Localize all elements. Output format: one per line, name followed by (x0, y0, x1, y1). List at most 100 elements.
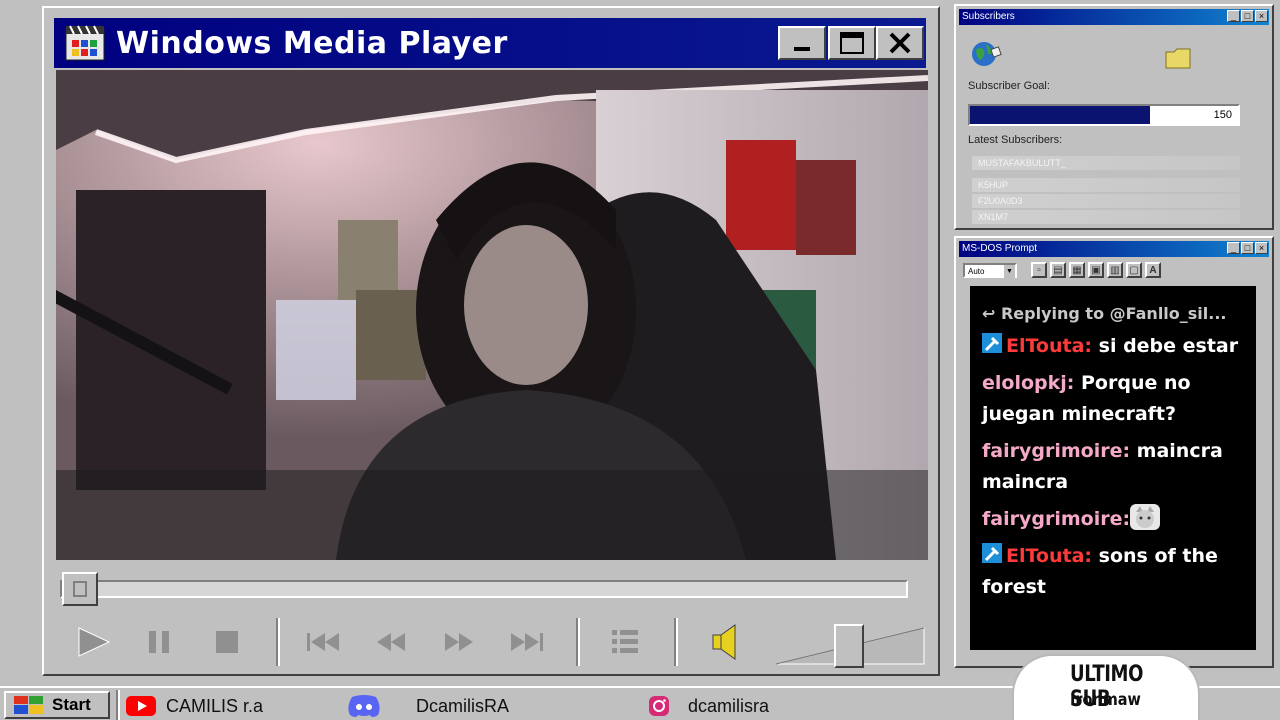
skip-forward-icon (511, 633, 543, 651)
subscriber-goal-value: 150 (1213, 109, 1232, 121)
cat-emote-icon (1130, 504, 1161, 530)
seek-bar[interactable] (60, 572, 908, 606)
background-tool-icon[interactable]: ▢ (1126, 262, 1142, 278)
rewind-button[interactable] (366, 620, 416, 664)
play-button[interactable] (68, 620, 118, 664)
font-tool-icon[interactable]: A (1145, 262, 1161, 278)
control-separator (674, 618, 678, 666)
youtube-icon (126, 696, 156, 716)
seek-grip-icon (73, 581, 87, 597)
volume-thumb[interactable] (834, 624, 864, 668)
chat-message: fairygrimoire: (982, 504, 1246, 535)
next-track-button[interactable] (502, 620, 552, 664)
youtube-channel[interactable]: CAMILIS r.a (126, 692, 263, 720)
subscribers-title: Subscribers (962, 11, 1015, 22)
close-button[interactable] (876, 26, 924, 60)
chat-username[interactable]: fairygrimoire: (982, 440, 1130, 462)
latest-subscribers-label: Latest Subscribers: (968, 134, 1063, 146)
reply-arrow-icon: ↩ (982, 304, 1001, 323)
control-separator (576, 618, 580, 666)
maximize-icon (840, 32, 864, 54)
subscriber-row: XN1M7 (972, 210, 1240, 224)
chat-message: elolopkj: Porque no juegan minecraft? (982, 368, 1246, 430)
chat-username[interactable]: elolopkj: (982, 372, 1074, 394)
chat-panel: ↩ Replying to @Fanllo_sil... ElTouta: si… (970, 286, 1256, 650)
chat-message: fairygrimoire: maincra maincra (982, 436, 1246, 498)
paste-tool-icon[interactable]: ▦ (1069, 262, 1085, 278)
discord-channel[interactable]: DcamilisRA (346, 692, 509, 720)
close-button[interactable]: × (1255, 10, 1268, 22)
instagram-icon (649, 696, 669, 716)
fullscreen-tool-icon[interactable]: ▣ (1088, 262, 1104, 278)
start-button[interactable]: Start (4, 691, 110, 719)
windows-logo-icon (14, 696, 43, 714)
chat-message: ElTouta: sons of the forest (982, 541, 1246, 603)
copy-tool-icon[interactable]: ▤ (1050, 262, 1066, 278)
mute-button[interactable] (702, 620, 752, 664)
seek-thumb[interactable] (62, 572, 98, 606)
subscriber-row: F2U0A0D3 (972, 194, 1240, 208)
latest-sub-name: Ironmaw (1070, 690, 1141, 710)
webcam-video (56, 70, 928, 560)
maximize-button[interactable] (828, 26, 876, 60)
playlist-button[interactable] (600, 620, 650, 664)
pause-button[interactable] (134, 620, 184, 664)
hammer-badge-icon (982, 333, 1002, 353)
subscriber-row: K5HUP (972, 178, 1240, 192)
maximize-button[interactable]: □ (1241, 242, 1254, 254)
pause-icon (149, 631, 169, 653)
font-size-select[interactable]: Auto ▼ (963, 262, 1017, 278)
minimize-button[interactable]: _ (1227, 10, 1240, 22)
taskbar-separator (116, 690, 120, 720)
folder-icon (1164, 46, 1194, 75)
start-label: Start (52, 695, 91, 714)
instagram-account[interactable]: dcamilisra (648, 692, 769, 720)
stop-button[interactable] (202, 620, 252, 664)
control-separator (276, 618, 280, 666)
webcam-scene (56, 70, 928, 560)
close-icon (889, 32, 911, 54)
chat-username[interactable]: ElTouta: (1006, 545, 1092, 567)
chevron-down-icon: ▼ (1004, 264, 1015, 278)
properties-tool-icon[interactable]: ▥ (1107, 262, 1123, 278)
subscriber-row: MUSTAFAKBULUTT_ (972, 156, 1240, 170)
minimize-button[interactable]: _ (1227, 242, 1240, 254)
mark-tool-icon[interactable]: ▫ (1031, 262, 1047, 278)
subscribers-titlebar[interactable]: Subscribers _ □ × (959, 9, 1269, 25)
hammer-badge-icon (982, 543, 1002, 563)
ms-dos-title: MS-DOS Prompt (962, 243, 1038, 254)
playback-controls (58, 610, 928, 672)
discord-icon (348, 695, 380, 717)
close-button[interactable]: × (1255, 242, 1268, 254)
chat-username[interactable]: fairygrimoire: (982, 508, 1130, 530)
play-icon (78, 627, 111, 657)
discord-label: DcamilisRA (416, 695, 510, 716)
volume-slider[interactable] (774, 624, 926, 668)
media-player-title: Windows Media Player (116, 25, 508, 61)
fast-forward-icon (445, 633, 473, 651)
fast-forward-button[interactable] (434, 620, 484, 664)
media-player-window: Windows Media Player (42, 6, 940, 676)
subscriber-goal-label: Subscriber Goal: (968, 80, 1050, 92)
chat-username[interactable]: ElTouta: (1006, 335, 1092, 357)
subscriber-goal-fill (970, 106, 1150, 124)
skip-back-icon (307, 633, 339, 651)
subscriber-goal-bar: 150 (968, 104, 1240, 126)
media-player-titlebar[interactable]: Windows Media Player (54, 18, 926, 68)
subscribers-window: Subscribers _ □ × Subscriber Goal: 150 L… (954, 4, 1274, 230)
chat-message: ElTouta: si debe estar (982, 331, 1246, 362)
ms-dos-window: MS-DOS Prompt _ □ × Auto ▼ ▫ ▤ ▦ ▣ ▥ ▢ A … (954, 236, 1274, 668)
speaker-icon (712, 624, 736, 660)
chat-text: si debe estar (1092, 335, 1239, 357)
maximize-button[interactable]: □ (1241, 10, 1254, 22)
ms-dos-titlebar[interactable]: MS-DOS Prompt _ □ × (959, 241, 1269, 257)
previous-track-button[interactable] (298, 620, 348, 664)
reply-line: ↩ Replying to @Fanllo_sil... (982, 304, 1227, 323)
minimize-button[interactable] (778, 26, 826, 60)
rewind-icon (377, 633, 405, 651)
minimize-icon (794, 47, 810, 51)
ms-dos-toolbar: Auto ▼ ▫ ▤ ▦ ▣ ▥ ▢ A (961, 259, 1267, 281)
seek-track[interactable] (60, 580, 908, 598)
latest-sub-badge: ULTIMO SUB Ironmaw (1012, 654, 1200, 720)
playlist-icon (612, 630, 638, 653)
